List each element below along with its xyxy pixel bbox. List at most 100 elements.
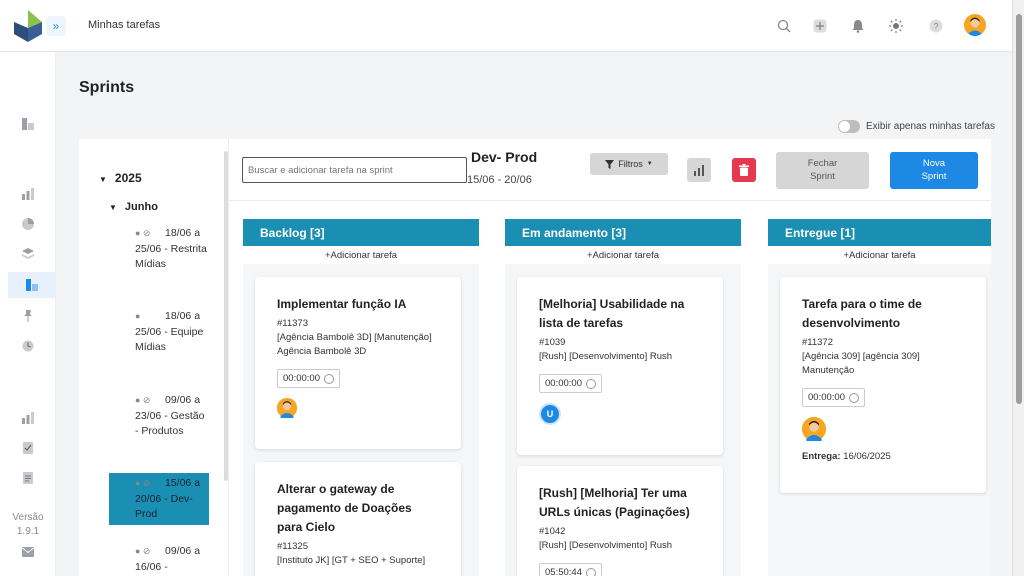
clock-icon <box>585 567 596 576</box>
add-task-button[interactable]: +Adicionar tarefa <box>243 250 479 261</box>
sprint-icon[interactable] <box>18 114 38 134</box>
clock-icon[interactable] <box>18 336 38 356</box>
top-bar: » Minhas tarefas ? <box>0 0 1012 52</box>
chart-icon[interactable] <box>18 184 38 204</box>
column-body: [Melhoria] Usabilidade na lista de taref… <box>505 264 741 576</box>
trash-icon <box>739 164 749 176</box>
tree-scrollbar[interactable] <box>224 151 228 481</box>
card-number: #1042 <box>539 526 566 537</box>
user-avatar[interactable] <box>964 14 986 36</box>
filter-button[interactable]: Filtros ▼ <box>590 153 668 175</box>
clock-icon <box>848 392 859 403</box>
toggle-switch[interactable] <box>838 120 860 133</box>
app-logo[interactable] <box>14 10 42 42</box>
mail-icon[interactable] <box>18 542 38 562</box>
card-tags: [Rush] [Desenvolvimento] Rush <box>539 351 673 362</box>
tree-year[interactable]: ▼ 2025 <box>99 171 142 185</box>
chart-button[interactable] <box>687 158 711 182</box>
avatar[interactable] <box>277 398 297 418</box>
new-sprint-button[interactable]: Nova Sprint <box>890 152 978 189</box>
eye-hidden-icon: ● ⊘ <box>135 478 151 488</box>
column-header: Em andamento [3] <box>505 219 741 246</box>
add-task-button[interactable]: +Adicionar tarefa <box>505 250 741 261</box>
page-scrollbar[interactable] <box>1012 0 1024 576</box>
tree-month[interactable]: ▼ Junho <box>109 201 158 213</box>
task-card[interactable]: [Rush] [Melhoria] Ter uma URLs únicas (P… <box>517 466 723 576</box>
eye-hidden-icon: ● ⊘ <box>135 395 151 405</box>
board-column-delivered: Entregue [1] +Adicionar tarefa Tarefa pa… <box>768 219 991 576</box>
close-sprint-button[interactable]: Fechar Sprint <box>776 152 869 189</box>
caret-down-icon: ▼ <box>109 203 117 212</box>
status-dot-icon: ● <box>135 311 141 321</box>
task-timer[interactable]: 00:00:00 <box>277 369 340 388</box>
pin-icon[interactable] <box>18 306 38 326</box>
board-header: Dev- Prod 15/06 - 20/06 Filtros ▼ Fechar… <box>229 139 991 201</box>
task-card[interactable]: Implementar função IA #11373 [Agência Ba… <box>255 277 461 449</box>
bell-icon[interactable] <box>846 14 870 38</box>
help-icon[interactable]: ? <box>924 14 948 38</box>
board-column-backlog: Backlog [3] +Adicionar tarefa Implementa… <box>243 219 479 576</box>
check-icon[interactable] <box>18 438 38 458</box>
tree-sprint-item[interactable]: ● ⊘ 18/06 a 25/06 - Restrita Mídias <box>109 226 209 273</box>
svg-text:?: ? <box>933 22 938 32</box>
caret-down-icon: ▼ <box>99 175 107 184</box>
funnel-icon <box>605 159 615 169</box>
card-tags: [Rush] [Desenvolvimento] Rush <box>539 540 673 551</box>
card-tags: [Agência 309] [agência 309] Manutenção <box>802 351 920 376</box>
task-card[interactable]: Tarefa para o time de desenvolvimento #1… <box>780 277 986 493</box>
card-title: [Melhoria] Usabilidade na lista de taref… <box>539 297 685 330</box>
expand-sidebar-button[interactable]: » <box>46 16 66 36</box>
search-input[interactable] <box>242 157 467 183</box>
version-number: 1.9.1 <box>16 526 40 537</box>
task-card[interactable]: [Melhoria] Usabilidade na lista de taref… <box>517 277 723 455</box>
toggle-label: Exibir apenas minhas tarefas <box>866 121 995 132</box>
card-tags: [Instituto JK] [GT + SEO + Suporte] <box>277 555 426 566</box>
new-sprint-label: Nova <box>922 158 946 169</box>
card-number: #11373 <box>277 318 308 329</box>
card-title: [Rush] [Melhoria] Ter uma URLs únicas (P… <box>539 486 690 519</box>
page-title: Sprints <box>79 79 135 96</box>
my-tasks-toggle[interactable]: Exibir apenas minhas tarefas <box>838 120 995 133</box>
eye-hidden-icon: ● ⊘ <box>135 546 151 556</box>
avatar[interactable]: U <box>539 403 561 425</box>
avatar[interactable] <box>802 417 826 441</box>
chevron-down-icon: ▼ <box>646 161 653 167</box>
board-column-in-progress: Em andamento [3] +Adicionar tarefa [Melh… <box>505 219 741 576</box>
pie-icon[interactable] <box>18 214 38 234</box>
layers-icon[interactable] <box>18 244 38 264</box>
document-icon[interactable] <box>18 468 38 488</box>
sprint-tree: ▼ 2025 ▼ Junho ● ⊘ 18/06 a 25/06 - Restrit… <box>79 139 229 576</box>
breadcrumb[interactable]: Minhas tarefas <box>88 19 160 31</box>
column-body: Implementar função IA #11373 [Agência Ba… <box>243 264 479 576</box>
new-sprint-label: Sprint <box>921 171 947 182</box>
column-header: Backlog [3] <box>243 219 479 246</box>
task-timer[interactable]: 05:50:44 <box>539 563 602 576</box>
card-number: #11325 <box>277 541 308 552</box>
sun-icon[interactable] <box>884 14 908 38</box>
close-sprint-label: Sprint <box>810 171 835 182</box>
tree-sprint-item[interactable]: ● ⊘ 09/06 a 16/06 - <box>109 544 209 575</box>
column-body: Tarefa para o time de desenvolvimento #1… <box>768 264 991 576</box>
sprint-dates: 15/06 - 20/06 <box>467 174 532 186</box>
card-number: #1039 <box>539 337 566 348</box>
plus-icon[interactable] <box>808 14 832 38</box>
card-title: Alterar o gateway de pagamento de Doaçõe… <box>277 482 412 534</box>
tree-sprint-item-active[interactable]: ● ⊘ 15/06 a 20/06 - Dev- Prod <box>109 473 209 525</box>
version-label: Versão <box>12 512 44 523</box>
card-title: Implementar função IA <box>277 297 407 311</box>
sprint-panel: ▼ 2025 ▼ Junho ● ⊘ 18/06 a 25/06 - Restrit… <box>79 139 991 576</box>
card-tags: [Agência Bambolê 3D] [Manutenção] Agênci… <box>277 332 432 357</box>
add-task-button[interactable]: +Adicionar tarefa <box>768 250 991 261</box>
search-icon[interactable] <box>772 14 796 38</box>
tree-sprint-item[interactable]: ● 18/06 a 25/06 - Equipe Mídias <box>109 309 209 356</box>
chart-icon[interactable] <box>18 408 38 428</box>
task-card[interactable]: Alterar o gateway de pagamento de Doaçõe… <box>255 462 461 576</box>
task-timer[interactable]: 00:00:00 <box>539 374 602 393</box>
task-timer[interactable]: 00:00:00 <box>802 388 865 407</box>
delete-sprint-button[interactable] <box>732 158 756 182</box>
card-number: #11372 <box>802 337 833 348</box>
tree-sprint-item[interactable]: ● ⊘ 09/06 a 23/06 - Gestão - Produtos <box>109 393 209 440</box>
filter-label: Filtros <box>618 159 643 169</box>
board-icon[interactable] <box>8 272 56 298</box>
sprint-name: Dev- Prod <box>471 149 538 165</box>
